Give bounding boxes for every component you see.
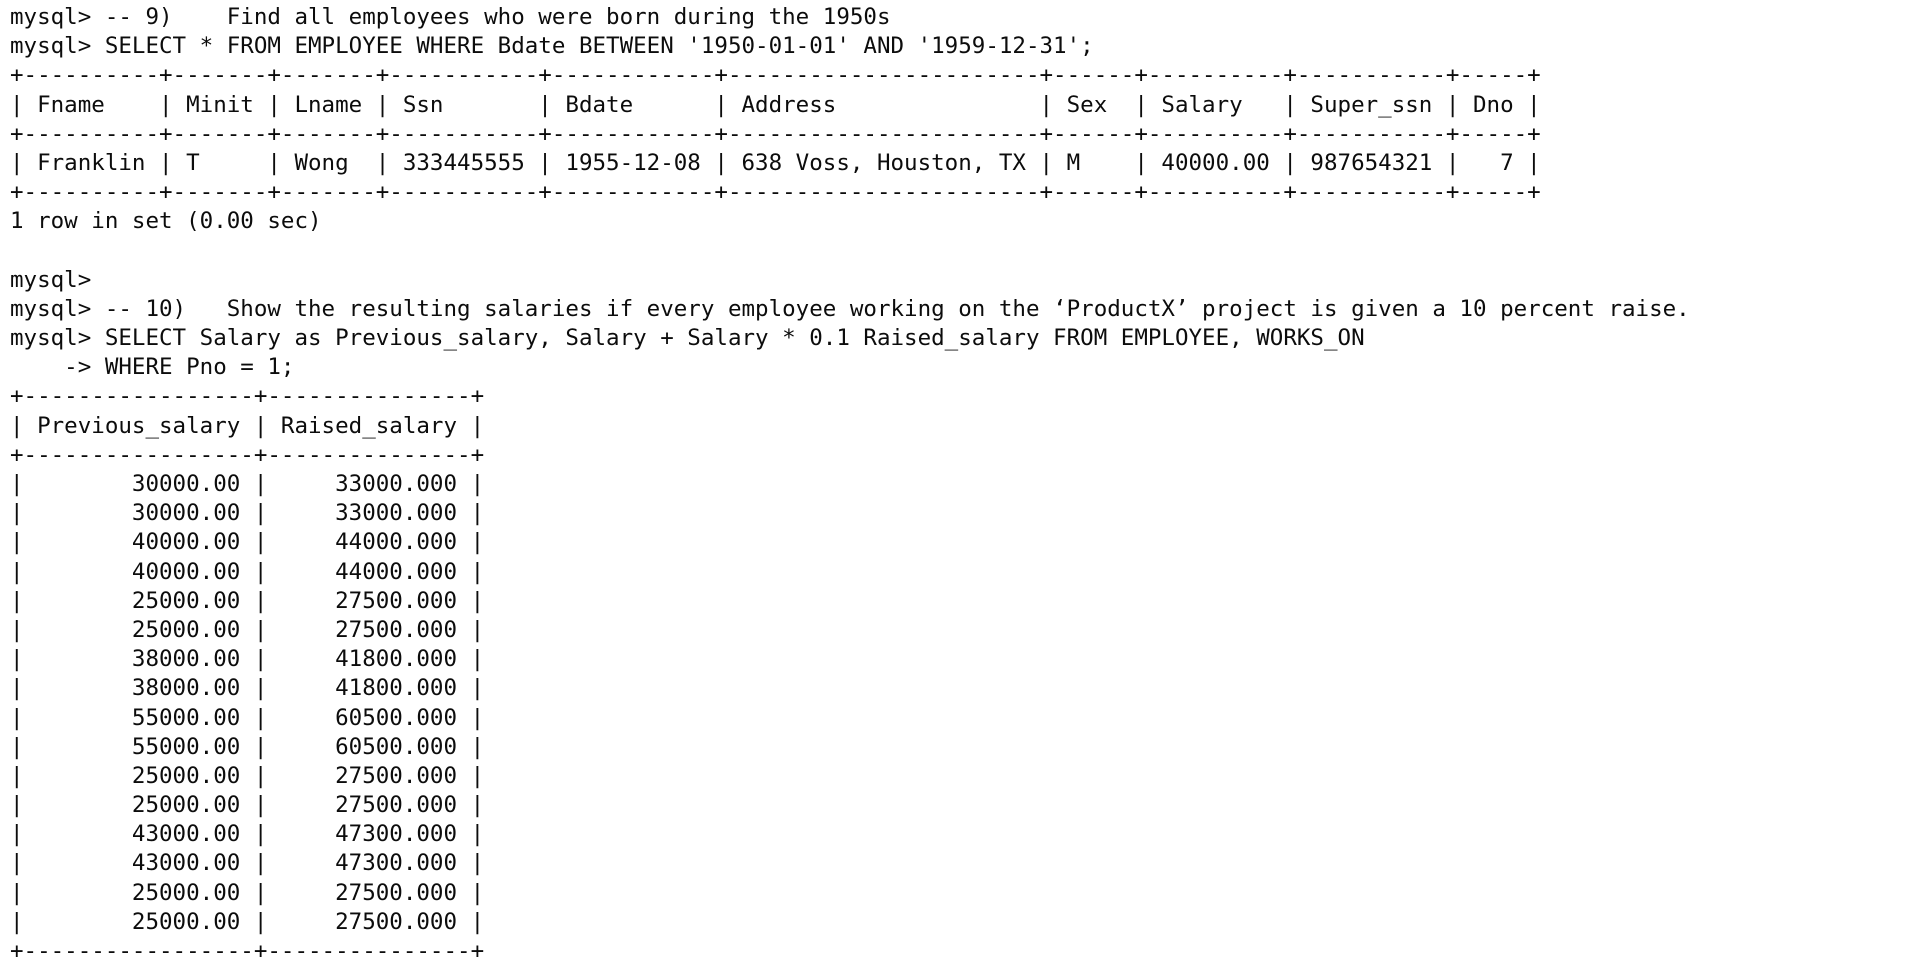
table-row: | 38000.00 | 41800.000 | xyxy=(10,646,485,673)
comment-line-q9: mysql> -- 9) Find all employees who were… xyxy=(10,4,891,30)
table-border-bottom: +----------+-------+-------+-----------+… xyxy=(10,179,1541,206)
table-row: | Franklin | T | Wong | 333445555 | 1955… xyxy=(10,149,1541,176)
table-row: | 25000.00 | 27500.000 | xyxy=(10,792,485,819)
table-row: | 40000.00 | 44000.000 | xyxy=(10,529,485,556)
table-border-top: +----------+-------+-------+-----------+… xyxy=(10,62,1541,89)
table-row: | 55000.00 | 60500.000 | xyxy=(10,704,485,731)
result-summary: 1 row in set (0.00 sec) xyxy=(10,208,322,235)
table-row: | 40000.00 | 44000.000 | xyxy=(10,558,485,585)
table-row: | 38000.00 | 41800.000 | xyxy=(10,675,485,702)
comment-line-q10: mysql> -- 10) Show the resulting salarie… xyxy=(10,295,1690,322)
table-row: | 30000.00 | 33000.000 | xyxy=(10,500,485,527)
query-line-q9: mysql> SELECT * FROM EMPLOYEE WHERE Bdat… xyxy=(10,33,1094,60)
table-border: +-----------------+---------------+ xyxy=(10,441,485,468)
table-row: | 43000.00 | 47300.000 | xyxy=(10,821,485,848)
terminal-output[interactable]: mysql> -- 9) Find all employees who were… xyxy=(10,3,1910,963)
table-row: | 30000.00 | 33000.000 | xyxy=(10,471,485,497)
table-row: | 25000.00 | 27500.000 | xyxy=(10,587,485,614)
table-row: | 25000.00 | 27500.000 | xyxy=(10,616,485,643)
table-border-bottom: +-----------------+---------------+ xyxy=(10,938,485,963)
table-row: | 25000.00 | 27500.000 | xyxy=(10,879,485,906)
table-border-top: +-----------------+---------------+ xyxy=(10,383,485,410)
table-border: +----------+-------+-------+-----------+… xyxy=(10,120,1541,147)
table-row: | 25000.00 | 27500.000 | xyxy=(10,908,485,935)
prompt-line: mysql> xyxy=(10,266,92,293)
table-header-row: | Previous_salary | Raised_salary | xyxy=(10,412,485,439)
table-row: | 43000.00 | 47300.000 | xyxy=(10,850,485,877)
table-row: | 25000.00 | 27500.000 | xyxy=(10,762,485,789)
table-row: | 55000.00 | 60500.000 | xyxy=(10,733,485,760)
table-header-row: | Fname | Minit | Lname | Ssn | Bdate | … xyxy=(10,91,1541,118)
query-line-q10: mysql> SELECT Salary as Previous_salary,… xyxy=(10,325,1365,352)
query-continuation-line: -> WHERE Pno = 1; xyxy=(10,354,295,381)
